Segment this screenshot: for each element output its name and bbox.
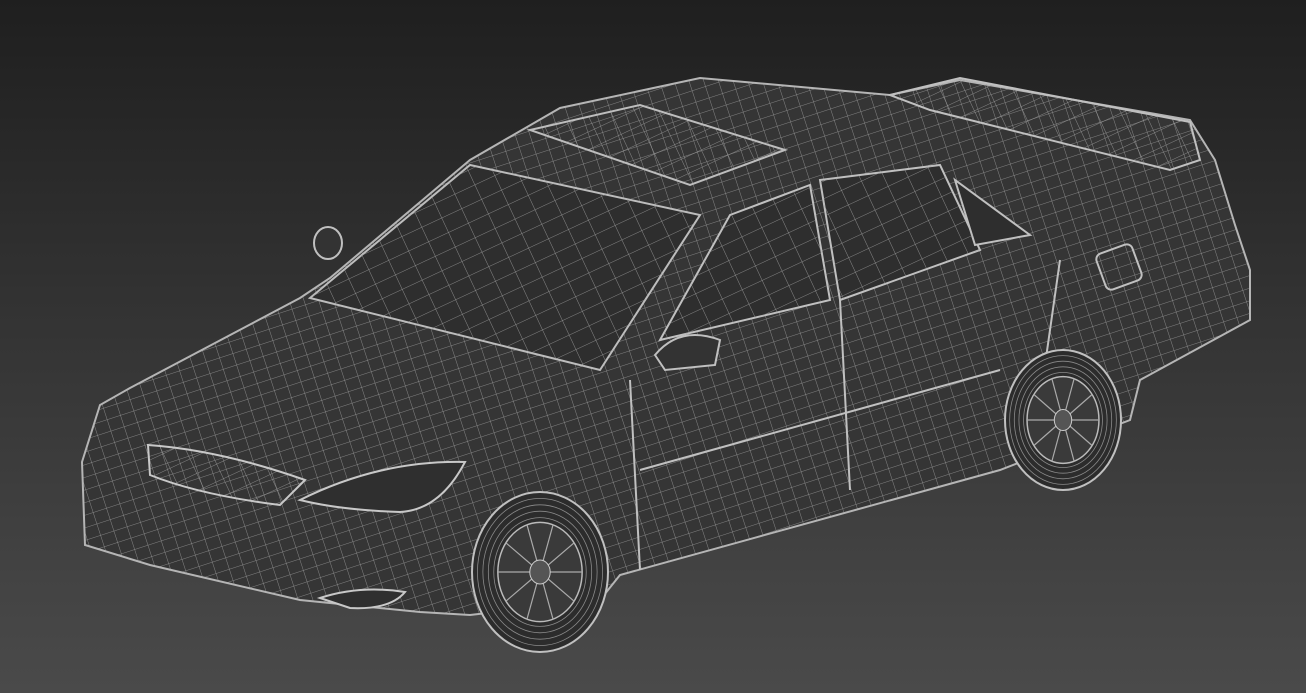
3d-viewport[interactable]: [0, 0, 1306, 693]
car-wireframe: [81, 76, 1251, 653]
car-body: [81, 77, 1251, 616]
front-wheel: [471, 491, 609, 653]
rear-wheel: [1004, 349, 1122, 491]
